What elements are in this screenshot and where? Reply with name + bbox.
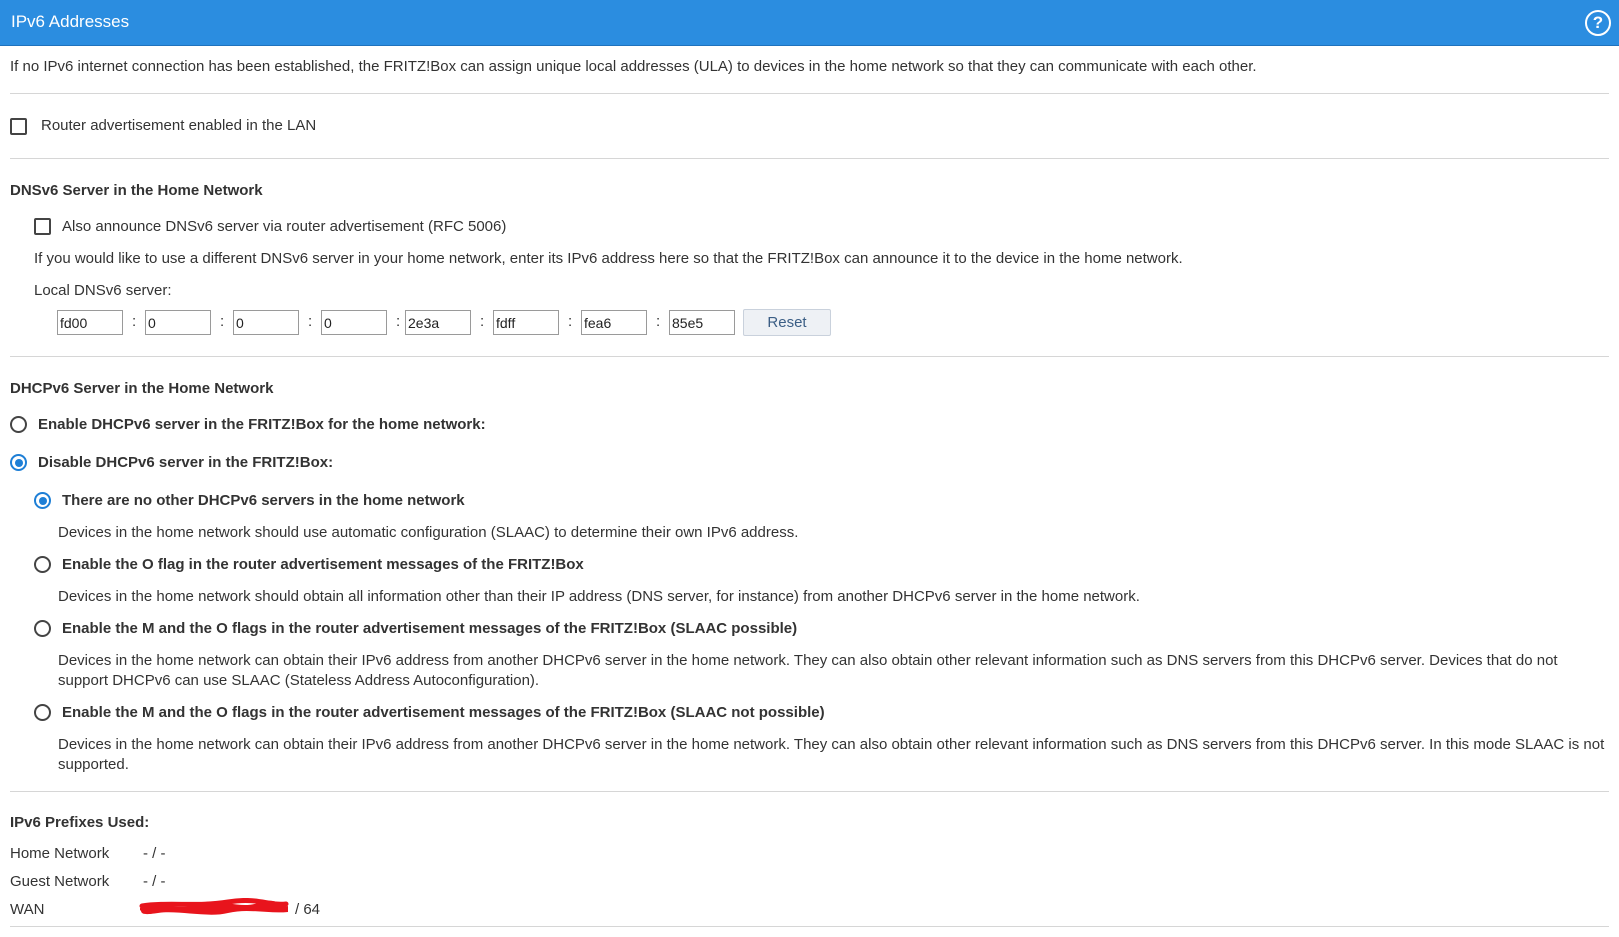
segment-separator: :	[568, 313, 573, 330]
disable-dhcpv6-label: Disable DHCPv6 server in the FRITZ!Box:	[38, 454, 334, 471]
m-o-flags-slaac-not-possible-label: Enable the M and the O flags in the rout…	[62, 704, 825, 721]
dnsv6-info-text: If you would like to use a different DNS…	[34, 250, 1183, 267]
dns-segment-6[interactable]	[493, 310, 559, 335]
m-o-flags-slaac-not-possible-radio[interactable]	[34, 704, 51, 721]
dnsv6-heading: DNSv6 Server in the Home Network	[10, 182, 263, 199]
divider	[10, 791, 1609, 792]
segment-separator: :	[132, 313, 137, 330]
dns-segment-3[interactable]	[233, 310, 299, 335]
segment-separator: :	[396, 313, 401, 330]
m-o-flags-slaac-possible-label: Enable the M and the O flags in the rout…	[62, 620, 798, 637]
no-other-dhcpv6-radio[interactable]	[34, 492, 51, 509]
enable-dhcpv6-radio[interactable]	[10, 416, 27, 433]
no-other-dhcpv6-label: There are no other DHCPv6 servers in the…	[62, 492, 465, 509]
m-o-flags-slaac-possible-radio[interactable]	[34, 620, 51, 637]
dns-segment-2[interactable]	[145, 310, 211, 335]
prefixes-heading: IPv6 Prefixes Used:	[10, 814, 150, 831]
intro-text: If no IPv6 internet connection has been …	[10, 58, 1257, 75]
divider	[10, 926, 1609, 927]
dns-segment-5[interactable]	[405, 310, 471, 335]
o-flag-radio[interactable]	[34, 556, 51, 573]
segment-separator: :	[480, 313, 485, 330]
router-advertisement-checkbox[interactable]	[10, 118, 27, 135]
m-o-flags-slaac-not-possible-description: Devices in the home network can obtain t…	[58, 736, 1605, 773]
router-advertisement-label: Router advertisement enabled in the LAN	[41, 117, 317, 134]
segment-separator: :	[656, 313, 661, 330]
segment-separator: :	[220, 313, 225, 330]
dns-segment-7[interactable]	[581, 310, 647, 335]
divider	[10, 93, 1609, 94]
o-flag-description: Devices in the home network should obtai…	[58, 588, 1140, 605]
redaction-mark	[139, 898, 289, 915]
enable-dhcpv6-label: Enable DHCPv6 server in the FRITZ!Box fo…	[38, 416, 486, 433]
m-o-flags-slaac-possible-description: Devices in the home network can obtain t…	[58, 652, 1558, 689]
no-other-dhcpv6-description: Devices in the home network should use a…	[58, 524, 799, 541]
divider	[10, 356, 1609, 357]
dns-segment-1[interactable]	[57, 310, 123, 335]
page-header: IPv6 Addresses ?	[0, 0, 1619, 46]
segment-separator: :	[308, 313, 313, 330]
announce-dnsv6-checkbox[interactable]	[34, 218, 51, 235]
home-network-prefix: - / -	[143, 845, 166, 862]
local-dnsv6-label: Local DNSv6 server:	[34, 282, 172, 299]
announce-dnsv6-label: Also announce DNSv6 server via router ad…	[62, 218, 507, 235]
home-network-label: Home Network	[10, 845, 110, 862]
page-title: IPv6 Addresses	[11, 12, 130, 31]
guest-network-prefix: - / -	[143, 873, 166, 890]
o-flag-label: Enable the O flag in the router advertis…	[62, 556, 584, 573]
dns-segment-8[interactable]	[669, 310, 735, 335]
wan-prefix-length: / 64	[295, 901, 321, 918]
help-icon[interactable]: ?	[1585, 10, 1611, 36]
disable-dhcpv6-radio[interactable]	[10, 454, 27, 471]
divider	[10, 158, 1609, 159]
dhcpv6-heading: DHCPv6 Server in the Home Network	[10, 380, 274, 397]
reset-button[interactable]: Reset	[743, 309, 831, 336]
dns-segment-4[interactable]	[321, 310, 387, 335]
guest-network-label: Guest Network	[10, 873, 110, 890]
wan-label: WAN	[10, 901, 45, 918]
